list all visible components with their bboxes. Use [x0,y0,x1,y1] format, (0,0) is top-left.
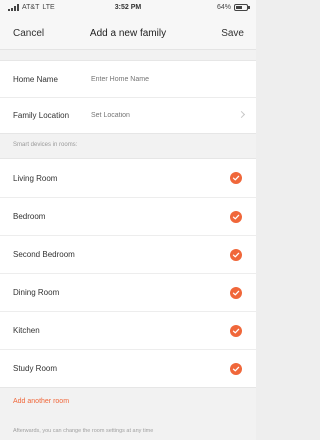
save-button[interactable]: Save [221,28,244,39]
rooms-section-header: Smart devices in rooms: [13,142,78,148]
family-location-label: Family Location [13,111,70,120]
room-row[interactable]: Dining Room [0,273,256,311]
battery-icon [234,4,250,11]
family-location-row[interactable]: Family Location [0,97,256,133]
add-family-screen: AT&T LTE 3:52 PM 64% Cancel Add a new fa… [0,0,256,440]
room-list: Living Room Bedroom Second Bedroom Dining R… [0,158,256,388]
room-row[interactable]: Kitchen [0,311,256,349]
room-row[interactable]: Study Room [0,349,256,387]
page-title: Add a new family [89,28,167,39]
check-icon[interactable] [230,172,242,184]
room-row[interactable]: Second Bedroom [0,235,256,273]
home-name-row[interactable]: Home Name [0,61,256,97]
check-icon[interactable] [230,249,242,261]
check-icon[interactable] [230,211,242,223]
check-icon[interactable] [230,363,242,375]
room-label: Dining Room [13,288,60,297]
battery-percent: 64% [216,4,231,11]
room-label: Kitchen [13,326,40,335]
room-label: Living Room [13,173,58,183]
family-location-input[interactable] [91,112,256,119]
nav-bar: Cancel Add a new family Save [0,18,256,50]
add-room-button[interactable]: Add another room [0,388,256,414]
battery-fill [236,6,243,9]
home-name-label: Home Name [13,74,58,84]
room-label: Second Bedroom [13,250,75,259]
footer-note: Afterwards, you can change the room sett… [13,428,154,434]
status-right: 64% [216,4,250,11]
status-bar: AT&T LTE 3:52 PM 64% [0,0,256,18]
room-row[interactable]: Bedroom [0,197,256,235]
room-label: Bedroom [13,212,46,221]
home-form: Home Name Family Location [0,60,256,134]
room-row[interactable]: Living Room [0,159,256,197]
check-icon[interactable] [230,325,242,337]
room-label: Study Room [13,364,58,373]
home-name-input[interactable] [91,75,256,83]
check-icon[interactable] [230,287,242,299]
